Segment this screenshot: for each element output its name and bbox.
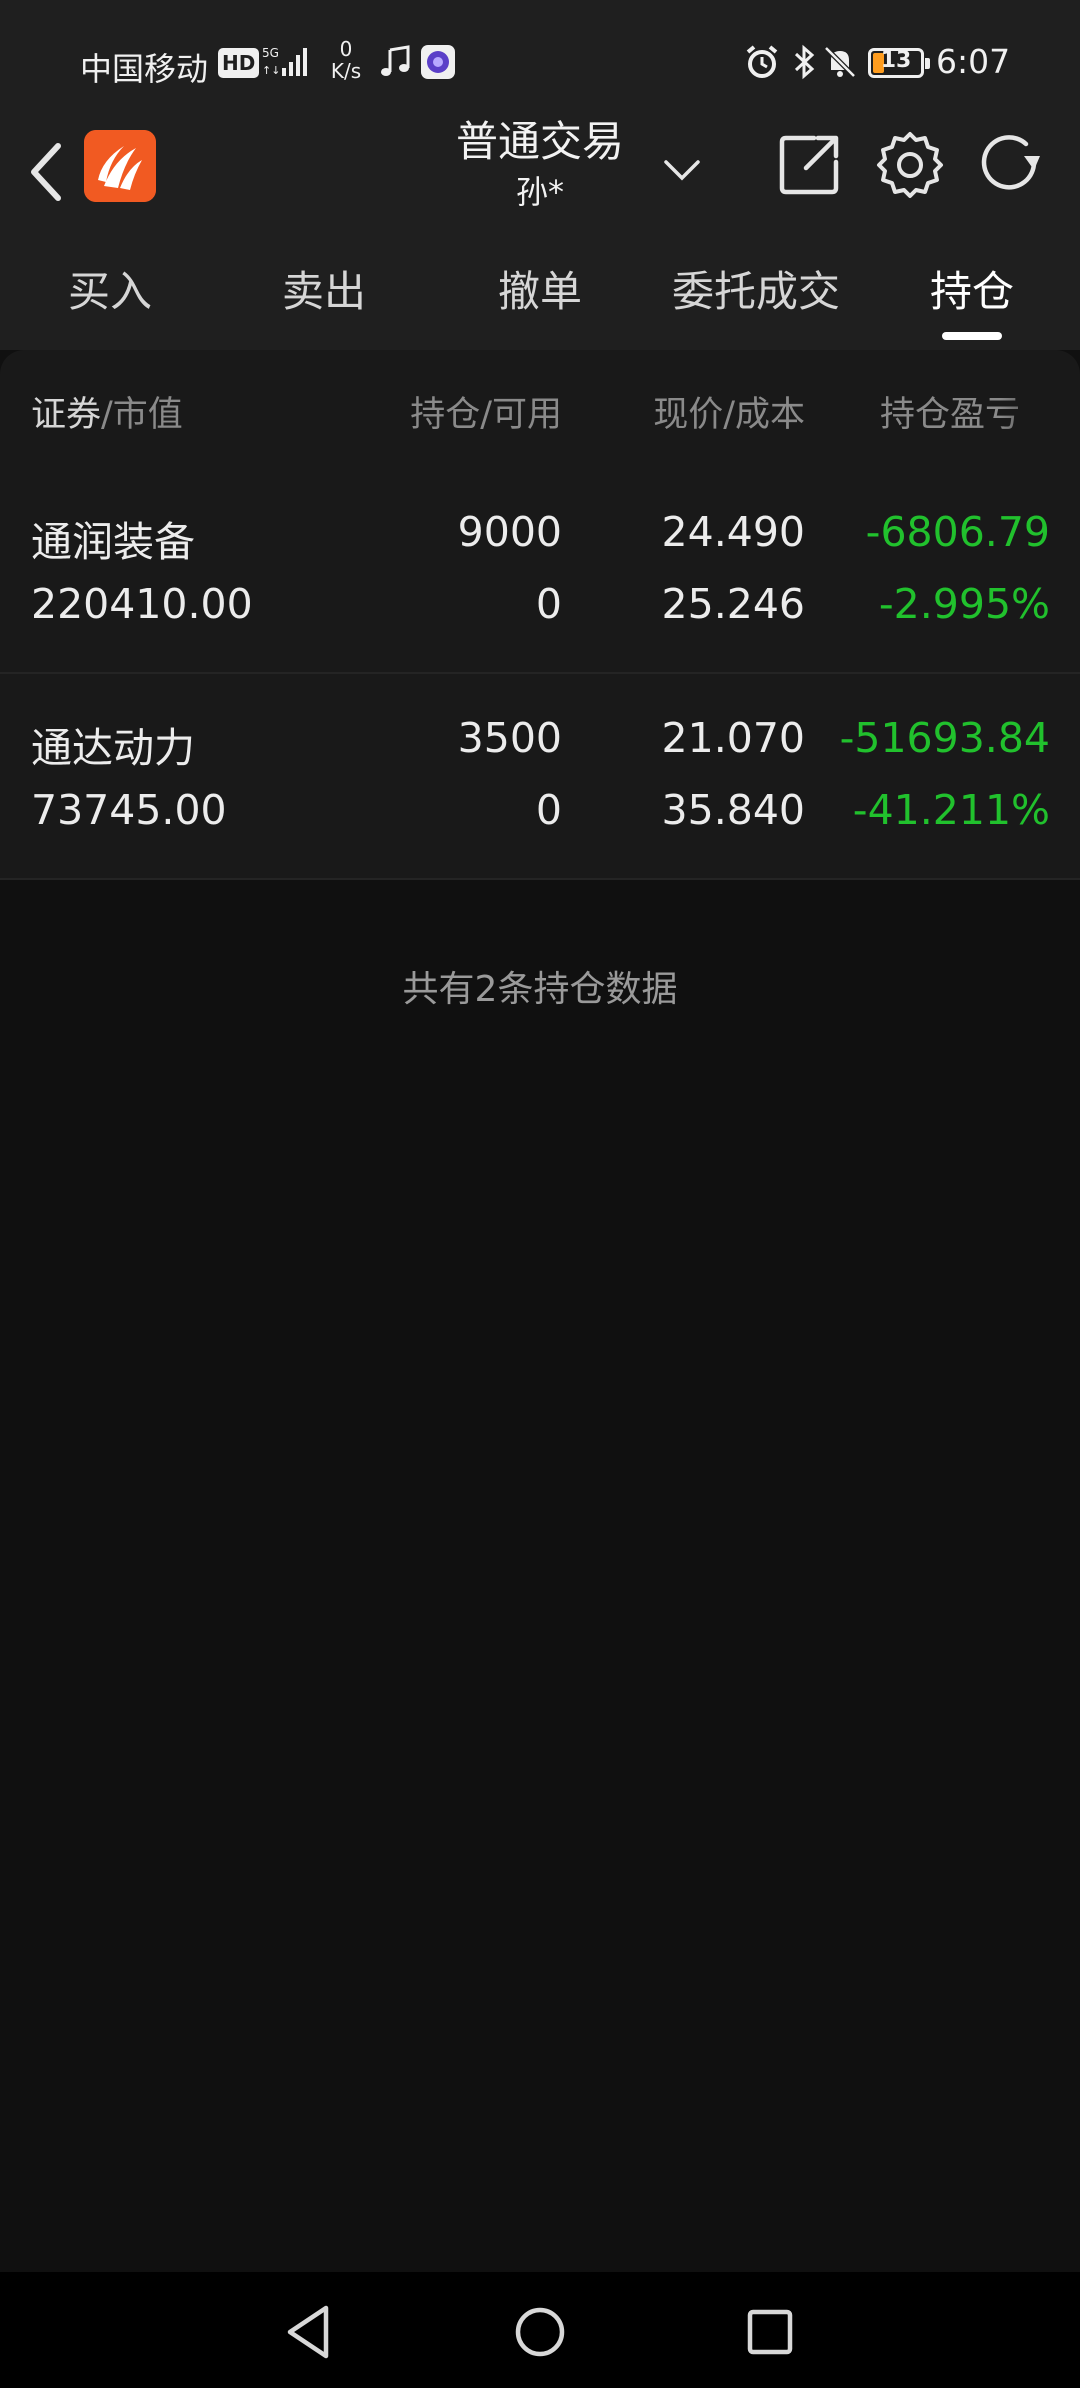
network-type: 5G — [262, 46, 279, 60]
current-price: 24.490 — [661, 508, 805, 556]
tab-cancel-order[interactable]: 撤单 — [470, 250, 610, 334]
app-header: 普通交易 孙* — [0, 117, 1080, 250]
broker-logo[interactable] — [84, 130, 156, 202]
stock-name: 通润装备 — [31, 518, 195, 566]
home-circle-icon[interactable] — [508, 2300, 572, 2364]
pnl-percent: -2.995% — [878, 580, 1050, 628]
header-security: 证券 — [31, 395, 102, 435]
available-qty: 0 — [535, 580, 562, 628]
header-price-cost[interactable]: 现价/成本 — [653, 386, 805, 437]
signal-icon: 5G ↑↓ — [262, 46, 307, 77]
position-qty: 3500 — [457, 714, 562, 762]
carrier-name: 中国移动 — [80, 50, 209, 88]
refresh-icon[interactable] — [974, 128, 1046, 200]
alarm-icon — [746, 45, 778, 78]
share-icon[interactable] — [774, 128, 846, 200]
cost-price: 35.840 — [661, 786, 805, 834]
back-chevron-icon[interactable] — [22, 134, 72, 214]
app-icon — [421, 45, 455, 79]
table-row[interactable]: 通润装备 220410.00 9000 0 24.490 25.246 -680… — [0, 468, 1080, 674]
speed-value: 0 — [339, 37, 353, 61]
positions-count-summary: 共有2条持仓数据 — [402, 969, 678, 1010]
pnl-amount: -6806.79 — [865, 508, 1050, 556]
title-group[interactable]: 普通交易 孙* — [380, 114, 700, 214]
active-tab-indicator — [942, 332, 1002, 340]
clock: 6:07 — [936, 42, 1011, 81]
battery-level: 13 — [880, 48, 912, 73]
pnl-amount: -51693.84 — [839, 714, 1050, 762]
tab-orders-fills[interactable]: 委托成交 — [656, 250, 856, 334]
market-value: 73745.00 — [31, 786, 227, 834]
current-price: 21.070 — [661, 714, 805, 762]
system-nav-bar — [0, 2272, 1080, 2388]
available-qty: 0 — [535, 786, 562, 834]
header-security-market-value[interactable]: 证券/市值 — [31, 386, 183, 437]
svg-text:↑↓: ↑↓ — [262, 64, 280, 77]
account-name: 孙* — [515, 173, 564, 211]
settings-gear-icon[interactable] — [874, 128, 946, 200]
battery-icon: 13 — [868, 48, 930, 78]
music-note-icon — [381, 45, 410, 76]
recents-square-icon[interactable] — [738, 2300, 802, 2364]
tab-buy[interactable]: 买入 — [40, 250, 180, 334]
table-row[interactable]: 通达动力 73745.00 3500 0 21.070 35.840 -5169… — [0, 674, 1080, 880]
pnl-percent: -41.211% — [852, 786, 1050, 834]
bluetooth-icon — [794, 44, 815, 80]
header-position-available[interactable]: 持仓/可用 — [410, 386, 562, 437]
header-market-value: /市值 — [101, 395, 183, 435]
stock-name: 通达动力 — [31, 724, 195, 772]
tab-sell[interactable]: 卖出 — [254, 250, 394, 334]
mute-icon — [824, 46, 856, 78]
position-qty: 9000 — [457, 508, 562, 556]
positions-table-header: 证券/市值 持仓/可用 现价/成本 持仓盈亏 — [0, 350, 1080, 470]
tab-positions[interactable]: 持仓 — [902, 250, 1042, 334]
back-triangle-icon[interactable] — [278, 2300, 342, 2364]
speed-unit: K/s — [330, 59, 362, 83]
cost-price: 25.246 — [661, 580, 805, 628]
page-title: 普通交易 — [455, 117, 624, 166]
market-value: 220410.00 — [31, 580, 253, 628]
status-bar: 中国移动 HD 5G ↑↓ 0 K/s 13 6:07 — [0, 0, 1080, 130]
dropdown-chevron-icon[interactable] — [660, 148, 704, 192]
hd-badge: HD — [218, 48, 260, 78]
network-speed: 0 K/s — [326, 38, 366, 82]
trade-tabs: 买入 卖出 撤单 委托成交 持仓 — [0, 250, 1080, 350]
